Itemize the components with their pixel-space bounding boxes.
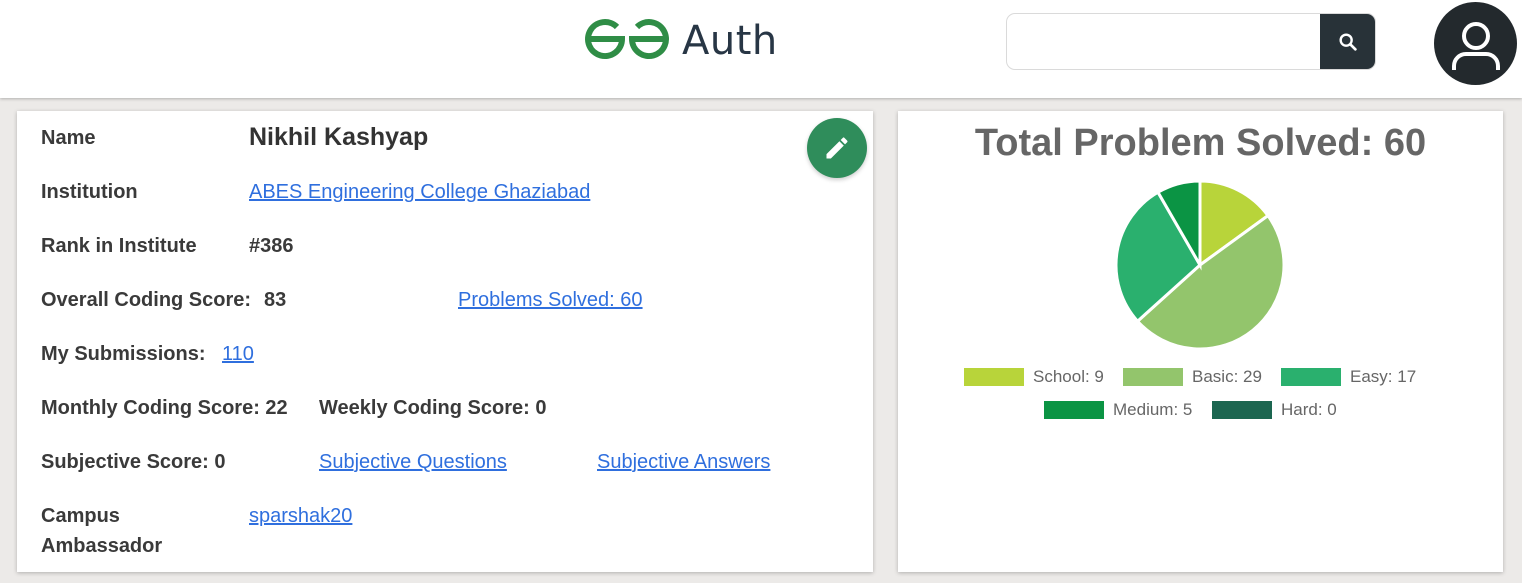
user-avatar-button[interactable] — [1434, 2, 1517, 85]
legend-item-school[interactable]: School: 9 — [964, 366, 1104, 388]
problems-chart-card: Total Problem Solved: 60 School: 9 Basic:… — [898, 111, 1503, 572]
legend-label: Hard: 0 — [1281, 400, 1337, 419]
overall-score-label: Overall Coding Score: — [41, 289, 252, 311]
top-navbar: Auth — [0, 0, 1522, 98]
search-button[interactable] — [1320, 14, 1375, 69]
legend-swatch — [1123, 368, 1183, 386]
pie-chart — [1114, 179, 1286, 351]
submissions-link[interactable]: 110 — [222, 339, 254, 369]
subjective-answers-link[interactable]: Subjective Answers — [597, 447, 770, 477]
legend-swatch — [964, 368, 1024, 386]
logo-text: Auth — [682, 18, 778, 64]
problems-solved-link[interactable]: Problems Solved: 60 — [458, 285, 643, 315]
legend-swatch — [1281, 368, 1341, 386]
pencil-icon — [826, 137, 848, 159]
name-label: Name — [41, 127, 96, 149]
legend-item-easy[interactable]: Easy: 17 — [1281, 366, 1416, 388]
legend-label: Easy: 17 — [1350, 367, 1417, 386]
legend-swatch — [1212, 401, 1272, 419]
rank-value: #386 — [249, 235, 294, 257]
overall-score-value: 83 — [264, 289, 287, 311]
legend-item-basic[interactable]: Basic: 29 — [1123, 366, 1262, 388]
legend-swatch — [1044, 401, 1104, 419]
submissions-label: My Submissions: — [41, 343, 206, 365]
search-input[interactable] — [1007, 14, 1319, 69]
profile-card: Name Nikhil Kashyap Institution ABES Eng… — [17, 111, 873, 572]
legend-item-hard[interactable]: Hard: 0 — [1212, 399, 1337, 421]
edit-profile-button[interactable] — [807, 118, 867, 178]
institution-link[interactable]: ABES Engineering College Ghaziabad — [249, 177, 590, 207]
site-logo[interactable]: Auth — [584, 18, 778, 64]
rank-label: Rank in Institute — [41, 235, 197, 257]
legend-label: School: 9 — [1033, 367, 1104, 386]
campus-ambassador-link[interactable]: sparshak20 — [249, 501, 352, 531]
legend-label: Basic: 29 — [1192, 367, 1262, 386]
campus-label-line1: Campus — [41, 505, 120, 527]
institution-label: Institution — [41, 181, 138, 203]
subjective-questions-link[interactable]: Subjective Questions — [319, 447, 507, 477]
search-bar — [1006, 13, 1376, 70]
monthly-score: Monthly Coding Score: 22 — [41, 397, 288, 419]
campus-label-line2: Ambassador — [41, 535, 163, 557]
search-icon — [1339, 33, 1357, 51]
weekly-score: Weekly Coding Score: 0 — [319, 397, 547, 419]
subjective-score: Subjective Score: 0 — [41, 451, 226, 473]
legend-label: Medium: 5 — [1113, 400, 1193, 419]
user-name: Nikhil Kashyap — [249, 123, 429, 151]
legend-item-medium[interactable]: Medium: 5 — [1044, 399, 1192, 421]
user-icon — [1451, 21, 1500, 70]
gfg-logo-icon — [585, 19, 669, 60]
chart-title: Total Problem Solved: 60 — [974, 122, 1427, 164]
